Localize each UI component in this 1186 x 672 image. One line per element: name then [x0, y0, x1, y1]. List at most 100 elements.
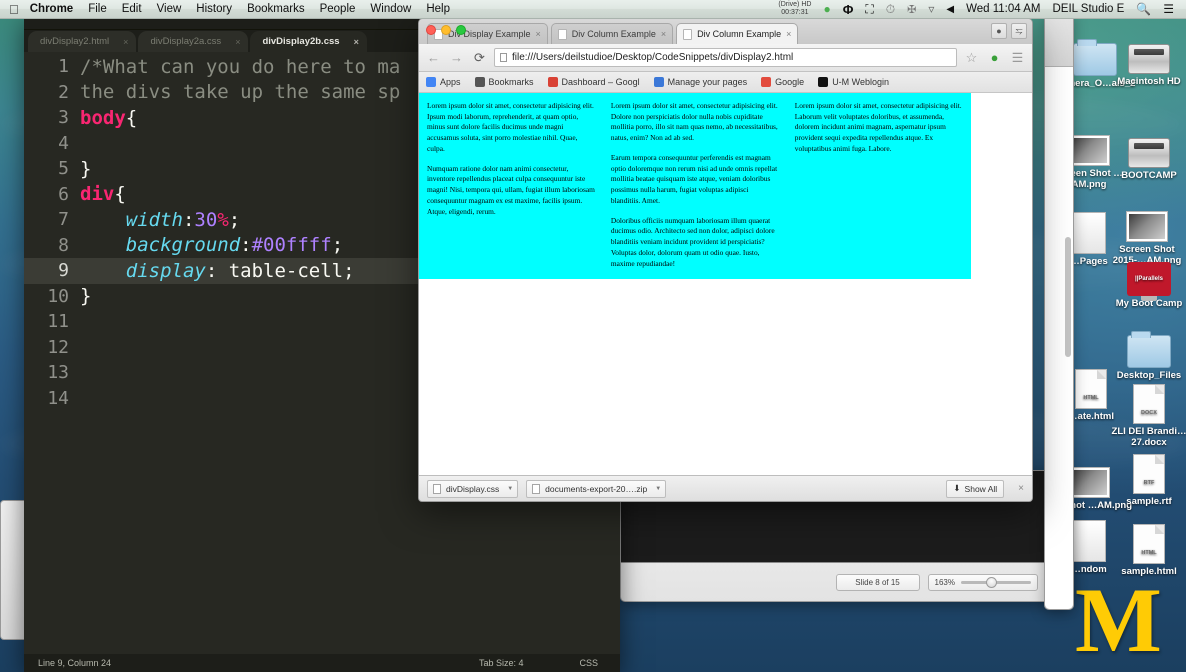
editor-tab-close-icon[interactable]: × [354, 37, 359, 47]
editor-tab-1[interactable]: divDisplay2.html× [28, 31, 136, 52]
desktop-icon-graphic [1106, 322, 1186, 368]
tab-size-label[interactable]: Tab Size: 4 [479, 658, 524, 668]
syntax-mode-label[interactable]: CSS [579, 658, 598, 668]
css-semicolon: ; [343, 260, 354, 282]
zoom-controls[interactable]: 163% [928, 574, 1038, 591]
desktop-icon-graphic: HTML [1106, 518, 1186, 564]
maximize-window-button[interactable] [456, 25, 466, 35]
image-file-icon [1068, 135, 1110, 166]
paragraph: Lorem ipsum dolor sit amet, consectetur … [427, 101, 595, 155]
show-all-downloads-button[interactable]: ⬇Show All [946, 480, 1004, 498]
bookmark-bookmarks[interactable]: Bookmarks [475, 77, 534, 87]
bookmark-manage-your-pages[interactable]: Manage your pages [654, 77, 748, 87]
presentation-status-bar: Slide 8 of 15 163% ✥ [621, 563, 1071, 601]
timemachine-icon[interactable]: ⏱ [886, 2, 895, 17]
bookmark-google[interactable]: Google [761, 77, 804, 87]
downloads-bar[interactable]: divDisplay.css▼ documents-export-20….zip▼… [419, 475, 1032, 501]
close-downloads-bar-icon[interactable]: × [1018, 483, 1024, 494]
line-number: 2 [24, 82, 80, 103]
download-item-2[interactable]: documents-export-20….zip▼ [526, 480, 666, 498]
bookmark-star-icon[interactable]: ☆ [963, 50, 980, 66]
menu-item-chrome[interactable]: Chrome [30, 3, 73, 15]
menu-item-history[interactable]: History [196, 3, 232, 15]
forward-arrow-icon[interactable]: → [448, 50, 465, 65]
css-brace: { [126, 107, 137, 129]
pages-icon [654, 77, 664, 87]
paragraph: Doloribus officiis numquam laboriosam il… [611, 216, 779, 270]
editor-tab-2[interactable]: divDisplay2a.css× [138, 31, 248, 52]
address-bar[interactable]: file:///Users/deilstudioe/Desktop/CodeSn… [494, 48, 957, 67]
spotlight-search-icon[interactable]: 🔍 [1136, 2, 1151, 16]
minimize-window-button[interactable] [441, 25, 451, 35]
menu-item-file[interactable]: File [88, 3, 107, 15]
code-line-text: } [80, 285, 91, 307]
airplay-icon[interactable]: ⛶ [865, 2, 873, 17]
battery-icon[interactable]: ● [823, 2, 830, 16]
menu-item-help[interactable]: Help [426, 3, 450, 15]
zoom-slider-knob[interactable] [986, 577, 997, 588]
menu-item-window[interactable]: Window [370, 3, 411, 15]
chrome-browser-window[interactable]: Div Display Example×Div Column Example×D… [418, 18, 1033, 502]
desktop-icon-my-boot-camp[interactable]: ||ParallelsMy Boot Camp [1106, 250, 1186, 309]
chrome-menu-icon[interactable]: ☰ [1009, 50, 1026, 66]
mac-menu-bar[interactable]:  Chrome File Edit View History Bookmarks Peop… [0, 0, 1186, 19]
parallels-icon[interactable]: Φ [843, 2, 854, 17]
css-colon: : [206, 260, 229, 282]
desktop-icon-sample-rtf[interactable]: RTFsample.rtf [1106, 448, 1186, 507]
desktop-icon-bootcamp[interactable]: BOOTCAMP [1106, 122, 1186, 181]
div-column-1: Lorem ipsum dolor sit amet, consectetur … [419, 93, 603, 279]
editor-tab-close-icon[interactable]: × [123, 37, 128, 47]
window-traffic-lights[interactable] [426, 25, 466, 35]
fullscreen-icon[interactable]: ⥧ [1011, 23, 1027, 39]
code-comment: the divs take up the same sp [80, 81, 400, 103]
dropbox-icon[interactable]: ✠ [907, 3, 916, 16]
page-info-icon[interactable] [500, 53, 507, 62]
browser-tab-3[interactable]: Div Column Example× [676, 23, 798, 44]
wifi-icon[interactable]: ▿ [928, 2, 934, 16]
browser-toolbar[interactable]: ← → ⟳ file:///Users/deilstudioe/Desktop/… [419, 44, 1032, 72]
profile-icon[interactable]: ● [991, 23, 1007, 39]
editor-tab-3[interactable]: divDisplay2b.css× [250, 31, 366, 52]
bookmark-u-m-weblogin[interactable]: U-M Weblogin [818, 77, 889, 87]
image-file-icon [1126, 211, 1168, 242]
extension-icon[interactable]: ● [986, 50, 1003, 65]
volume-icon[interactable]: ◀ [946, 4, 954, 15]
chevron-down-icon[interactable]: ▼ [655, 486, 661, 492]
background-finder-window[interactable] [1044, 10, 1074, 610]
code-text: } [80, 285, 91, 307]
image-file-icon [1068, 467, 1110, 498]
download-item-1[interactable]: divDisplay.css▼ [427, 480, 518, 498]
browser-tab-close-icon[interactable]: × [661, 29, 666, 39]
browser-tab-strip[interactable]: Div Display Example×Div Column Example×D… [419, 19, 1032, 44]
menu-item-edit[interactable]: Edit [122, 3, 142, 15]
page-viewport[interactable]: Lorem ipsum dolor sit amet, consectetur … [419, 93, 1032, 475]
chevron-down-icon[interactable]: ▼ [507, 486, 513, 492]
bookmarks-bar[interactable]: Apps Bookmarks Dashboard – Googl Manage you… [419, 72, 1032, 93]
desktop-icon-zli-dei-brandi-27-docx[interactable]: DOCXZLI DEI Brandi… 27.docx [1106, 378, 1186, 448]
line-number: 1 [24, 56, 80, 77]
desktop-icon-macintosh-hd[interactable]: Macintosh HD [1106, 28, 1186, 87]
finder-scrollbar[interactable] [1065, 237, 1071, 357]
bookmark-dashboard-googl[interactable]: Dashboard – Googl [548, 77, 640, 87]
browser-tab-close-icon[interactable]: × [536, 29, 541, 39]
close-window-button[interactable] [426, 25, 436, 35]
editor-tab-close-icon[interactable]: × [235, 37, 240, 47]
reload-icon[interactable]: ⟳ [471, 50, 488, 66]
document-file-icon: HTML [1075, 369, 1107, 409]
menubar-clock[interactable]: Wed 11:04 AM [966, 3, 1040, 15]
menu-item-people[interactable]: People [320, 3, 356, 15]
window-right-buttons[interactable]: ● ⥧ [991, 23, 1027, 39]
browser-tab-2[interactable]: Div Column Example× [551, 23, 673, 44]
zoom-slider[interactable] [961, 581, 1031, 584]
menubar-username[interactable]: DEIL Studio E [1052, 3, 1124, 15]
css-color-value: #00ffff [252, 234, 332, 256]
back-arrow-icon[interactable]: ← [425, 50, 442, 65]
apple-icon[interactable]:  [9, 3, 19, 16]
browser-tab-close-icon[interactable]: × [786, 29, 791, 39]
css-semicolon: ; [332, 234, 343, 256]
finder-window-titlebar [1045, 11, 1073, 67]
menu-item-view[interactable]: View [157, 3, 182, 15]
bookmark-apps[interactable]: Apps [426, 77, 461, 87]
menu-item-bookmarks[interactable]: Bookmarks [247, 3, 305, 15]
notification-center-icon[interactable]: ☰ [1163, 2, 1174, 16]
